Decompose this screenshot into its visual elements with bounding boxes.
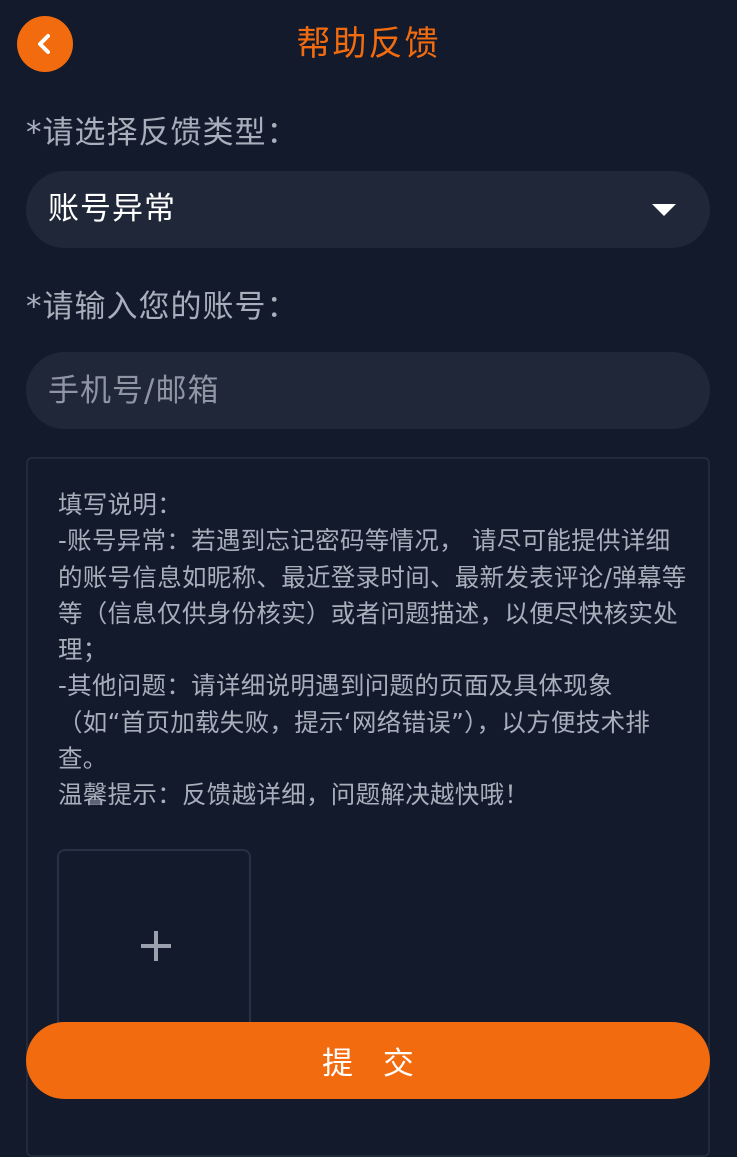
feedback-type-select[interactable]: 账号异常 bbox=[26, 171, 710, 248]
account-input[interactable] bbox=[26, 352, 710, 429]
instructions-text: 填写说明： -账号异常：若遇到忘记密码等情况， 请尽可能提供详细的账号信息如昵称… bbox=[58, 490, 687, 810]
feedback-type-value: 账号异常 bbox=[48, 191, 176, 227]
caret-down-icon bbox=[652, 204, 676, 216]
account-label: *请输入您的账号： bbox=[26, 289, 299, 325]
plus-icon bbox=[141, 931, 171, 961]
page-title: 帮助反馈 bbox=[296, 24, 441, 64]
header-bar: 帮助反馈 bbox=[0, 0, 737, 90]
submit-button[interactable]: 提 交 bbox=[26, 1022, 710, 1099]
feedback-type-label: *请选择反馈类型： bbox=[26, 115, 299, 151]
